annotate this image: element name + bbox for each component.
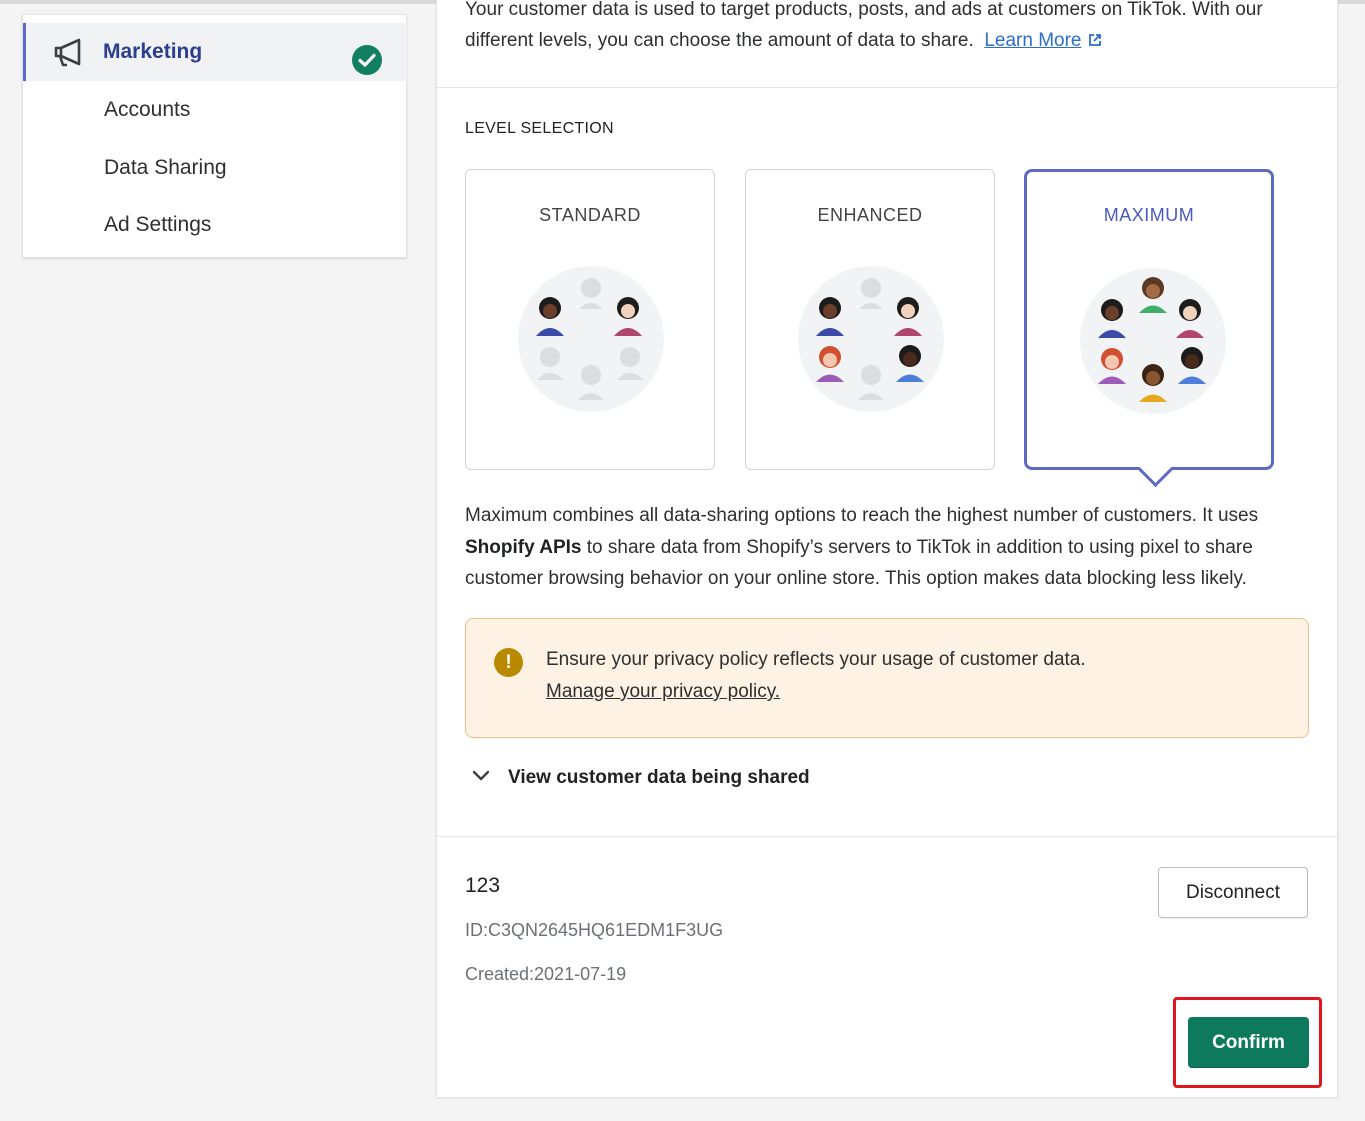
- level-option-standard[interactable]: STANDARD: [465, 169, 715, 470]
- banner-text: Ensure your privacy policy reflects your…: [546, 649, 1086, 670]
- disconnect-button[interactable]: Disconnect: [1158, 867, 1308, 918]
- level-option-label: ENHANCED: [817, 205, 923, 225]
- sidebar: Marketing Accounts Data Sharing Ad Setti…: [22, 14, 407, 258]
- standard-people-illustration: [518, 266, 664, 412]
- warning-icon: !: [494, 648, 523, 677]
- section-divider: [437, 87, 1337, 88]
- section-divider: [437, 836, 1337, 837]
- data-sharing-card: Your customer data is used to target pro…: [436, 0, 1338, 1097]
- megaphone-icon: [52, 37, 86, 67]
- selection-pointer: [1137, 451, 1174, 488]
- account-name: 123: [465, 874, 501, 897]
- level-option-label: MAXIMUM: [1103, 205, 1195, 225]
- level-option-maximum[interactable]: MAXIMUM: [1024, 169, 1274, 488]
- checkmark-icon: [352, 45, 382, 75]
- description-text: to share data from Shopify’s servers to …: [465, 536, 1253, 590]
- sidebar-item-data-sharing[interactable]: Data Sharing: [104, 156, 227, 180]
- description-text: Maximum combines all data-sharing option…: [465, 505, 1259, 526]
- account-id: ID:C3QN2645HQ61EDM1F3UG: [465, 920, 724, 940]
- manage-privacy-policy-link[interactable]: Manage your privacy policy.: [546, 681, 780, 703]
- intro-text: Your customer data is used to target pro…: [465, 0, 1315, 56]
- level-option-enhanced[interactable]: ENHANCED: [745, 169, 995, 470]
- external-link-icon: [1087, 30, 1103, 51]
- sidebar-item-label: Marketing: [103, 40, 203, 63]
- level-option-label: STANDARD: [539, 205, 641, 225]
- level-description: Maximum combines all data-sharing option…: [465, 500, 1315, 595]
- sidebar-item-ad-settings[interactable]: Ad Settings: [104, 213, 211, 237]
- sidebar-item-accounts[interactable]: Accounts: [104, 98, 190, 122]
- account-created-date: Created:2021-07-19: [465, 964, 627, 984]
- confirm-button[interactable]: Confirm: [1188, 1017, 1309, 1068]
- description-emphasis: Shopify APIs: [465, 536, 582, 558]
- maximum-people-illustration: [1080, 268, 1226, 414]
- learn-more-link[interactable]: Learn More: [984, 30, 1081, 51]
- level-selection-title: LEVEL SELECTION: [465, 120, 614, 137]
- privacy-warning-banner: ! Ensure your privacy policy reflects yo…: [465, 618, 1309, 738]
- learn-more-label: Learn More: [984, 30, 1082, 51]
- chevron-down-icon: [471, 766, 491, 791]
- enhanced-people-illustration: [798, 266, 944, 412]
- sidebar-item-marketing[interactable]: Marketing: [23, 23, 407, 81]
- toggle-label: View customer data being shared: [508, 767, 810, 788]
- intro-body: Your customer data is used to target pro…: [465, 0, 1263, 51]
